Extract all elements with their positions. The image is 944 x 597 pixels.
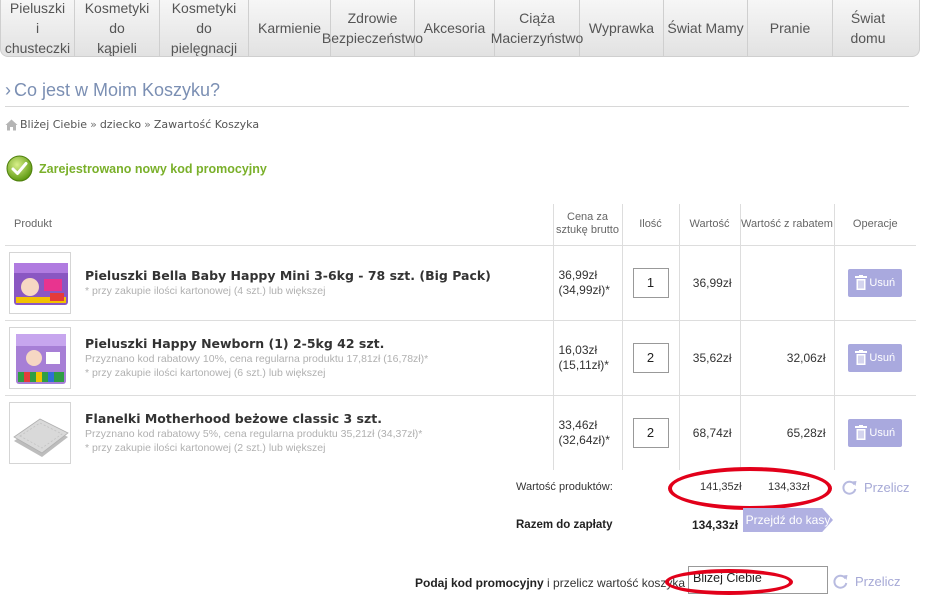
- home-icon: [5, 119, 18, 130]
- column-header-discounted: Wartość z rabatem: [739, 204, 834, 246]
- product-image[interactable]: [9, 401, 71, 464]
- breadcrumb: Bliżej Ciebie » dziecko » Zawartość Kosz…: [5, 118, 259, 131]
- breadcrumb-separator: »: [144, 118, 151, 131]
- column-header-qty: Ilość: [621, 204, 679, 246]
- line-value: 35,62zł: [678, 320, 740, 396]
- divider: [5, 106, 909, 107]
- nav-item-wyprawka[interactable]: Wyprawka: [580, 0, 664, 56]
- breadcrumb-home-link[interactable]: Bliżej Ciebie: [20, 118, 87, 131]
- table-row: Pieluszki Happy Newborn (1) 2-5kg 42 szt…: [5, 320, 916, 396]
- pay-total-value: 134,33zł: [692, 518, 739, 532]
- unit-price: 33,46zł: [558, 417, 598, 432]
- recalculate-button[interactable]: Przelicz: [842, 480, 910, 495]
- breadcrumb-separator: »: [90, 118, 97, 131]
- line-discounted-value: 32,06zł: [739, 320, 834, 396]
- highlight-ellipse: [668, 467, 832, 510]
- line-discounted-value: [739, 245, 834, 321]
- column-header-unit-price: Cena za sztukę brutto: [552, 204, 622, 246]
- trash-icon: [855, 425, 868, 441]
- product-image[interactable]: [9, 251, 71, 314]
- nav-item-zdrowie[interactable]: Zdrowie Bezpieczeństwo: [322, 0, 423, 56]
- remove-button[interactable]: Usuń: [848, 343, 903, 372]
- unit-price: 16,03zł: [558, 342, 598, 357]
- quantity-input[interactable]: 2: [632, 342, 669, 373]
- trash-icon: [855, 350, 868, 365]
- product-name[interactable]: Pieluszki Bella Baby Happy Mini 3-6kg - …: [85, 268, 491, 284]
- highlight-ellipse: [665, 569, 793, 595]
- promo-recalculate-button[interactable]: Przelicz: [833, 574, 901, 589]
- table-row: Flanelki Motherhood beżowe classic 3 szt…: [5, 395, 916, 470]
- nav-item-karmienie[interactable]: Karmienie: [249, 0, 331, 56]
- product-name[interactable]: Flanelki Motherhood beżowe classic 3 szt…: [85, 411, 422, 427]
- promo-label: Podaj kod promocyjny i przelicz wartość …: [415, 576, 685, 590]
- unit-price-carton: (32,64zł)*: [558, 432, 610, 447]
- remove-button-label: Usuń: [869, 351, 896, 364]
- nav-item-kosmetyki-kapieli[interactable]: Kosmetyki do kąpieli: [75, 0, 160, 56]
- pay-total-label: Razem do zapłaty: [516, 519, 613, 531]
- top-navigation: Pieluszki i chusteczki Kosmetyki do kąpi…: [0, 0, 920, 57]
- trash-icon: [855, 275, 868, 290]
- column-header-operations: Operacje: [833, 204, 916, 246]
- table-row: Pieluszki Bella Baby Happy Mini 3-6kg - …: [5, 245, 916, 321]
- remove-button[interactable]: Usuń: [848, 418, 903, 447]
- success-notice: Zarejestrowano nowy kod promocyjny: [6, 155, 267, 182]
- page-title: › Co jest w Moim Koszyku?: [5, 80, 220, 101]
- cart-table: Produkt Cena za sztukę brutto Ilość Wart…: [5, 204, 916, 470]
- table-header-row: Produkt Cena za sztukę brutto Ilość Wart…: [5, 204, 916, 246]
- nav-item-swiat-mamy[interactable]: Świat Mamy: [664, 0, 748, 56]
- page-title-text: Co jest w Moim Koszyku?: [14, 80, 221, 100]
- nav-item-ciaza[interactable]: Ciąża Macierzyństwo: [491, 0, 583, 56]
- unit-price-carton: (34,99zł)*: [558, 282, 610, 297]
- unit-price-carton: (15,11zł)*: [558, 357, 609, 372]
- product-note: Przyznano kod rabatowy 5%, cena regularn…: [85, 427, 423, 440]
- line-value: 68,74zł: [678, 395, 740, 470]
- recalculate-label: Przelicz: [864, 480, 910, 495]
- products-total-label: Wartość produktów:: [516, 481, 613, 493]
- nav-item-kosmetyki-pielegnacji[interactable]: Kosmetyki do pielęgnacji: [160, 0, 249, 56]
- breadcrumb-current: Zawartość Koszyka: [153, 118, 260, 131]
- nav-item-akcesoria[interactable]: Akcesoria: [415, 0, 495, 56]
- refresh-icon: [842, 480, 857, 495]
- check-circle-icon: [6, 155, 33, 182]
- column-header-product: Produkt: [5, 204, 553, 246]
- success-notice-text: Zarejestrowano nowy kod promocyjny: [39, 161, 267, 176]
- quantity-input[interactable]: 2: [632, 417, 669, 448]
- nav-item-pieluszki[interactable]: Pieluszki i chusteczki: [1, 0, 75, 56]
- nav-item-pranie[interactable]: Pranie: [748, 0, 833, 56]
- remove-button[interactable]: Usuń: [848, 268, 903, 297]
- refresh-icon: [833, 574, 848, 589]
- breadcrumb-category-link[interactable]: dziecko: [100, 118, 141, 131]
- product-note: * przy zakupie ilości kartonowej (6 szt.…: [85, 366, 326, 379]
- column-header-value: Wartość: [678, 204, 740, 246]
- product-note: * przy zakupie ilości kartonowej (2 szt.…: [85, 441, 326, 454]
- checkout-button[interactable]: Przejdź do kasy: [743, 508, 833, 532]
- promo-label-rest: i przelicz wartość koszyka: [543, 576, 686, 590]
- remove-button-label: Usuń: [869, 276, 896, 289]
- quantity-input[interactable]: 1: [632, 267, 669, 298]
- product-note: Przyznano kod rabatowy 10%, cena regular…: [85, 352, 429, 365]
- product-name[interactable]: Pieluszki Happy Newborn (1) 2-5kg 42 szt…: [85, 336, 428, 352]
- line-discounted-value: 65,28zł: [739, 395, 834, 470]
- line-value: 36,99zł: [678, 245, 740, 321]
- chevron-right-icon: ›: [5, 80, 11, 100]
- promo-recalculate-label: Przelicz: [855, 574, 901, 589]
- remove-button-label: Usuń: [869, 426, 896, 439]
- product-image[interactable]: [9, 326, 71, 389]
- unit-price: 36,99zł: [558, 267, 598, 282]
- nav-item-swiat-domu[interactable]: Świat domu: [833, 0, 903, 56]
- product-note: * przy zakupie ilości kartonowej (4 szt.…: [85, 284, 326, 297]
- promo-label-bold: Podaj kod promocyjny: [415, 576, 544, 590]
